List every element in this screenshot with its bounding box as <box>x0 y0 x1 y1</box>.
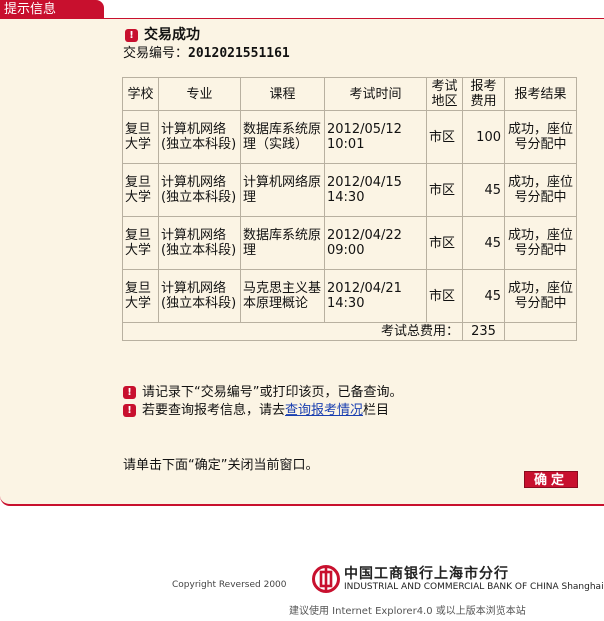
browser-recommendation: 建议使用 Internet Explorer4.0 或以上版本浏览本站 <box>289 606 526 617</box>
total-row: 考试总费用： 235 <box>122 322 577 341</box>
header-school: 学校 <box>122 77 159 111</box>
header-time: 考试时间 <box>324 77 427 111</box>
table-header-row: 学校 专业 课程 考试时间 考试地区 报考费用 报考结果 <box>122 77 577 111</box>
table-row: 复旦大学 计算机网络(独立本科段) 马克思主义基本原理概论 2012/04/21… <box>122 269 577 323</box>
cell-time: 2012/05/12 10:01 <box>324 110 427 164</box>
cell-fee: 45 <box>462 216 505 270</box>
cell-time: 2012/04/21 14:30 <box>324 269 427 323</box>
header-course: 课程 <box>240 77 325 111</box>
transaction-number: 交易编号：2012021551161 <box>123 42 290 61</box>
exclamation-icon: ! <box>123 404 136 417</box>
bank-name-cn: 中国工商银行上海市分行 <box>344 566 509 582</box>
total-value: 235 <box>462 322 505 341</box>
cell-major: 计算机网络(独立本科段) <box>158 163 241 217</box>
cell-course: 马克思主义基本原理概论 <box>240 269 325 323</box>
note-query: ! 若要查询报考信息，请去查询报考情况栏目 <box>123 402 402 420</box>
exclamation-icon: ! <box>123 386 136 399</box>
cell-area: 市区 <box>426 163 463 217</box>
cell-school: 复旦大学 <box>122 269 159 323</box>
txn-label: 交易编号： <box>123 46 189 61</box>
query-registration-link[interactable]: 查询报考情况 <box>285 403 363 418</box>
cell-area: 市区 <box>426 269 463 323</box>
cell-major: 计算机网络(独立本科段) <box>158 216 241 270</box>
cell-fee: 45 <box>462 163 505 217</box>
cell-area: 市区 <box>426 110 463 164</box>
icbc-logo-icon <box>312 565 340 593</box>
bank-name-en: INDUSTRIAL AND COMMERCIAL BANK OF CHINA … <box>344 582 604 592</box>
success-heading: ! 交易成功 <box>125 24 200 44</box>
cell-fee: 45 <box>462 269 505 323</box>
header-fee: 报考费用 <box>462 77 505 111</box>
success-text: 交易成功 <box>144 27 200 43</box>
cell-course: 计算机网络原理 <box>240 163 325 217</box>
note-record-text: 请记录下“交易编号”或打印该页，已备查询。 <box>142 385 403 400</box>
cell-result: 成功，座位号分配中 <box>504 269 577 323</box>
cell-major: 计算机网络(独立本科段) <box>158 269 241 323</box>
cell-major: 计算机网络(独立本科段) <box>158 110 241 164</box>
note-query-pre: 若要查询报考信息，请去 <box>142 403 286 418</box>
cell-time: 2012/04/15 14:30 <box>324 163 427 217</box>
header-result: 报考结果 <box>504 77 577 111</box>
cell-time: 2012/04/22 09:00 <box>324 216 427 270</box>
cell-school: 复旦大学 <box>122 110 159 164</box>
notes: ! 请记录下“交易编号”或打印该页，已备查询。 ! 若要查询报考信息，请去查询报考情… <box>123 384 402 420</box>
header-area: 考试地区 <box>426 77 463 111</box>
cell-result: 成功，座位号分配中 <box>504 163 577 217</box>
copyright-text: Copyright Reversed 2000 <box>172 580 287 590</box>
confirm-button[interactable]: 确定 <box>524 471 578 488</box>
cell-fee: 100 <box>462 110 505 164</box>
cell-course: 数据库系统原理 <box>240 216 325 270</box>
registration-table: 学校 专业 课程 考试时间 考试地区 报考费用 报考结果 复旦大学 计算机网络(… <box>122 77 577 341</box>
table-row: 复旦大学 计算机网络(独立本科段) 计算机网络原理 2012/04/15 14:… <box>122 163 577 217</box>
close-instruction: 请单击下面“确定”关闭当前窗口。 <box>123 458 319 473</box>
exclamation-icon: ! <box>125 28 138 42</box>
cell-area: 市区 <box>426 216 463 270</box>
tab-info: 提示信息 <box>0 0 104 20</box>
cell-school: 复旦大学 <box>122 216 159 270</box>
total-label: 考试总费用： <box>122 322 463 341</box>
cell-course: 数据库系统原理（实践） <box>240 110 325 164</box>
cell-school: 复旦大学 <box>122 163 159 217</box>
note-record: ! 请记录下“交易编号”或打印该页，已备查询。 <box>123 384 402 402</box>
cell-result: 成功，座位号分配中 <box>504 216 577 270</box>
total-empty-cell <box>504 322 577 341</box>
txn-value: 2012021551161 <box>188 46 290 61</box>
header-major: 专业 <box>158 77 241 111</box>
table-row: 复旦大学 计算机网络(独立本科段) 数据库系统原理 2012/04/22 09:… <box>122 216 577 270</box>
cell-result: 成功，座位号分配中 <box>504 110 577 164</box>
note-query-post: 栏目 <box>363 403 390 418</box>
table-row: 复旦大学 计算机网络(独立本科段) 数据库系统原理（实践） 2012/05/12… <box>122 110 577 164</box>
